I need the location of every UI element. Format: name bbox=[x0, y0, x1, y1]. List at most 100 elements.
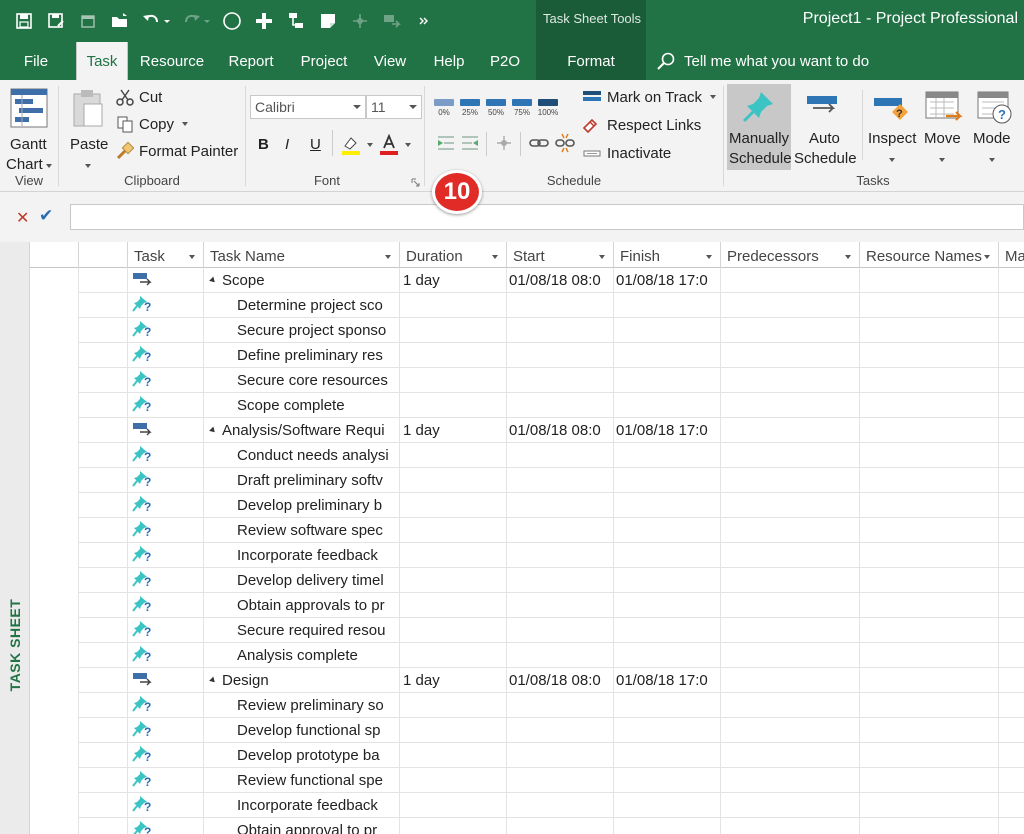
table-row[interactable]: ? Analysis complete bbox=[30, 643, 1024, 668]
start-cell[interactable] bbox=[507, 543, 614, 568]
task-mode-cell[interactable] bbox=[128, 418, 204, 443]
indicator-cell[interactable] bbox=[79, 593, 128, 618]
task-mode-cell[interactable]: ? bbox=[128, 493, 204, 518]
finish-cell[interactable] bbox=[614, 618, 721, 643]
row-header-cell[interactable] bbox=[30, 718, 79, 743]
predecessors-cell[interactable] bbox=[721, 518, 860, 543]
predecessors-cell[interactable] bbox=[721, 418, 860, 443]
extra-cell[interactable] bbox=[999, 293, 1024, 318]
percent-75-button[interactable]: 75% bbox=[510, 96, 534, 118]
table-row[interactable]: Design 1 day 01/08/18 08:0 01/08/18 17:0 bbox=[30, 668, 1024, 693]
extra-cell[interactable] bbox=[999, 668, 1024, 693]
dialog-launcher-icon[interactable] bbox=[411, 178, 420, 187]
row-header-cell[interactable] bbox=[30, 418, 79, 443]
resource-names-cell[interactable] bbox=[860, 693, 999, 718]
predecessors-cell[interactable] bbox=[721, 618, 860, 643]
predecessors-cell[interactable] bbox=[721, 368, 860, 393]
finish-cell[interactable] bbox=[614, 518, 721, 543]
finish-cell[interactable] bbox=[614, 693, 721, 718]
table-row[interactable]: ? Obtain approvals to pr bbox=[30, 593, 1024, 618]
finish-cell[interactable]: 01/08/18 17:0 bbox=[614, 668, 721, 693]
tab-resource[interactable]: Resource bbox=[134, 42, 210, 80]
task-mode-cell[interactable]: ? bbox=[128, 743, 204, 768]
extra-cell[interactable] bbox=[999, 693, 1024, 718]
extra-cell[interactable] bbox=[999, 468, 1024, 493]
table-row[interactable]: ? Develop prototype ba bbox=[30, 743, 1024, 768]
start-cell[interactable] bbox=[507, 818, 614, 834]
table-row[interactable]: ? Secure project sponso bbox=[30, 318, 1024, 343]
cancel-entry-icon[interactable]: ✕ bbox=[16, 208, 29, 228]
task-mode-cell[interactable]: ? bbox=[128, 693, 204, 718]
tab-view[interactable]: View bbox=[364, 42, 416, 80]
row-header-cell[interactable] bbox=[30, 393, 79, 418]
task-name-cell[interactable]: Review preliminary so bbox=[204, 693, 400, 718]
task-mode-cell[interactable]: ? bbox=[128, 318, 204, 343]
table-row[interactable]: ? Determine project sco bbox=[30, 293, 1024, 318]
duration-cell[interactable]: 1 day bbox=[400, 268, 507, 293]
task-name-cell[interactable]: Secure required resou bbox=[204, 618, 400, 643]
format-painter-button[interactable]: Format Painter bbox=[116, 142, 238, 160]
duration-cell[interactable] bbox=[400, 318, 507, 343]
task-mode-cell[interactable]: ? bbox=[128, 718, 204, 743]
indicator-cell[interactable] bbox=[79, 743, 128, 768]
finish-cell[interactable] bbox=[614, 543, 721, 568]
start-cell[interactable] bbox=[507, 618, 614, 643]
header-start[interactable]: Start bbox=[507, 242, 614, 268]
task-name-cell[interactable]: Secure project sponso bbox=[204, 318, 400, 343]
auto-schedule-button[interactable]: Auto Schedule bbox=[793, 84, 857, 170]
row-header-cell[interactable] bbox=[30, 693, 79, 718]
task-mode-cell[interactable]: ? bbox=[128, 768, 204, 793]
extra-cell[interactable] bbox=[999, 593, 1024, 618]
task-name-cell[interactable]: Conduct needs analysi bbox=[204, 443, 400, 468]
duration-cell[interactable] bbox=[400, 568, 507, 593]
resource-names-cell[interactable] bbox=[860, 568, 999, 593]
indicator-cell[interactable] bbox=[79, 668, 128, 693]
save-icon[interactable] bbox=[8, 6, 40, 36]
indicator-cell[interactable] bbox=[79, 543, 128, 568]
predecessors-cell[interactable] bbox=[721, 293, 860, 318]
start-cell[interactable]: 01/08/18 08:0 bbox=[507, 668, 614, 693]
move-task-icon[interactable] bbox=[376, 6, 408, 36]
duration-cell[interactable] bbox=[400, 593, 507, 618]
resource-names-cell[interactable] bbox=[860, 468, 999, 493]
task-name-cell[interactable]: Develop delivery timel bbox=[204, 568, 400, 593]
indicator-cell[interactable] bbox=[79, 393, 128, 418]
indicator-cell[interactable] bbox=[79, 443, 128, 468]
table-row[interactable]: ? Define preliminary res bbox=[30, 343, 1024, 368]
task-mode-cell[interactable] bbox=[128, 268, 204, 293]
row-header-cell[interactable] bbox=[30, 368, 79, 393]
duration-cell[interactable] bbox=[400, 343, 507, 368]
indicator-cell[interactable] bbox=[79, 793, 128, 818]
predecessors-cell[interactable] bbox=[721, 768, 860, 793]
finish-cell[interactable] bbox=[614, 318, 721, 343]
task-mode-cell[interactable]: ? bbox=[128, 293, 204, 318]
resource-names-cell[interactable] bbox=[860, 718, 999, 743]
row-header-cell[interactable] bbox=[30, 618, 79, 643]
predecessors-cell[interactable] bbox=[721, 318, 860, 343]
percent-50-button[interactable]: 50% bbox=[484, 96, 508, 118]
start-cell[interactable] bbox=[507, 743, 614, 768]
tell-me-box[interactable]: Tell me what you want to do bbox=[656, 42, 869, 80]
task-name-cell[interactable]: Review functional spe bbox=[204, 768, 400, 793]
row-header-cell[interactable] bbox=[30, 793, 79, 818]
table-row[interactable]: ? Incorporate feedback bbox=[30, 543, 1024, 568]
table-row[interactable]: Analysis/Software Requi 1 day 01/08/18 08:… bbox=[30, 418, 1024, 443]
resource-names-cell[interactable] bbox=[860, 443, 999, 468]
start-cell[interactable] bbox=[507, 568, 614, 593]
indicator-cell[interactable] bbox=[79, 718, 128, 743]
extra-cell[interactable] bbox=[999, 768, 1024, 793]
predecessors-cell[interactable] bbox=[721, 693, 860, 718]
extra-cell[interactable] bbox=[999, 268, 1024, 293]
tab-format[interactable]: Format bbox=[536, 42, 646, 80]
copy-button[interactable]: Copy bbox=[116, 115, 189, 133]
resource-names-cell[interactable] bbox=[860, 318, 999, 343]
collapse-toggle-icon[interactable] bbox=[209, 426, 217, 435]
resource-names-cell[interactable] bbox=[860, 368, 999, 393]
indicator-cell[interactable] bbox=[79, 618, 128, 643]
start-cell[interactable] bbox=[507, 793, 614, 818]
row-header-cell[interactable] bbox=[30, 743, 79, 768]
split-icon[interactable] bbox=[494, 134, 514, 152]
finish-cell[interactable] bbox=[614, 568, 721, 593]
indicator-cell[interactable] bbox=[79, 468, 128, 493]
header-predecessors[interactable]: Predecessors bbox=[721, 242, 860, 268]
